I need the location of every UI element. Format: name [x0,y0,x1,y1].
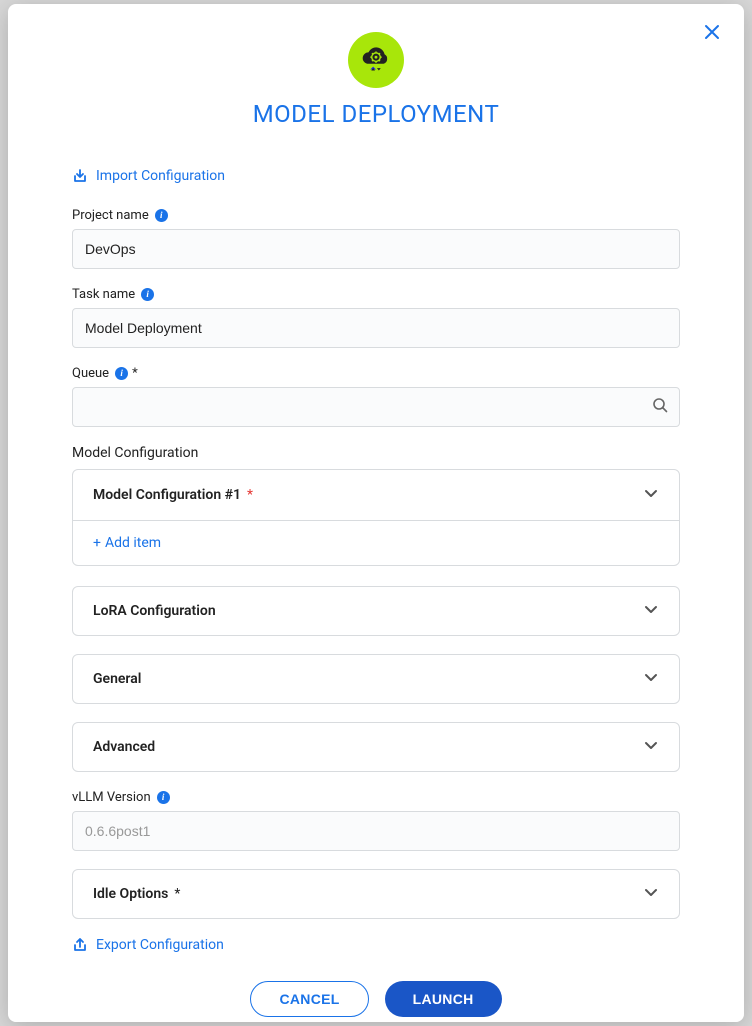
model-config-panel: Model Configuration #1 * + Add item [72,469,680,566]
import-link-label: Import Configuration [96,168,225,184]
queue-input[interactable] [72,387,680,427]
import-configuration-link[interactable]: Import Configuration [72,168,680,184]
model-deployment-modal: MODEL DEPLOYMENT Import Configuration Pr… [8,4,744,1022]
project-name-input[interactable] [72,229,680,269]
add-item-label: Add item [105,535,161,551]
model-config-item-title: Model Configuration #1 [93,487,241,503]
queue-group: Queue i * [72,366,680,427]
cancel-button[interactable]: CANCEL [250,981,368,1017]
lora-panel-title: LoRA Configuration [93,603,216,619]
queue-label: Queue i * [72,366,680,381]
chevron-down-icon [643,669,659,689]
deployment-icon [348,32,404,88]
vllm-version-input[interactable] [72,811,680,851]
idle-panel-title: Idle Options [93,886,168,902]
advanced-panel[interactable]: Advanced [72,722,680,772]
required-mark: * [174,886,180,902]
info-icon[interactable]: i [115,367,128,380]
task-name-label-text: Task name [72,287,135,302]
queue-label-text: Queue [72,366,109,381]
model-config-section-label: Model Configuration [72,445,680,461]
lora-config-panel[interactable]: LoRA Configuration [72,586,680,636]
project-name-group: Project name i [72,208,680,269]
task-name-label: Task name i [72,287,680,302]
info-icon[interactable]: i [141,288,154,301]
vllm-version-label: vLLM Version i [72,790,680,805]
idle-options-panel[interactable]: Idle Options * [72,869,680,919]
plus-icon: + [93,535,101,551]
model-config-item-header[interactable]: Model Configuration #1 * [73,470,679,520]
advanced-panel-title: Advanced [93,739,155,755]
required-mark: * [247,487,253,503]
vllm-version-group: vLLM Version i [72,790,680,851]
vllm-version-label-text: vLLM Version [72,790,151,805]
task-name-input[interactable] [72,308,680,348]
cloud-gear-icon [357,41,395,79]
export-icon [72,937,88,953]
task-name-group: Task name i [72,287,680,348]
model-config-item-title-wrap: Model Configuration #1 * [93,487,253,503]
project-name-label: Project name i [72,208,680,223]
chevron-down-icon [643,485,659,505]
modal-footer: CANCEL LAUNCH [72,981,680,1017]
import-icon [72,168,88,184]
project-name-label-text: Project name [72,208,149,223]
modal-title: MODEL DEPLOYMENT [8,100,744,128]
chevron-down-icon [643,884,659,904]
info-icon[interactable]: i [155,209,168,222]
launch-button[interactable]: LAUNCH [385,981,502,1017]
close-button[interactable] [700,20,724,44]
required-mark: * [132,366,138,381]
idle-panel-title-wrap: Idle Options * [93,886,180,902]
chevron-down-icon [643,601,659,621]
header-icon-wrap [8,32,744,88]
export-link-label: Export Configuration [96,937,224,953]
close-icon [704,24,720,40]
general-panel[interactable]: General [72,654,680,704]
add-item-button[interactable]: + Add item [73,520,679,565]
info-icon[interactable]: i [157,791,170,804]
general-panel-title: General [93,671,141,687]
export-configuration-link[interactable]: Export Configuration [72,937,680,953]
chevron-down-icon [643,737,659,757]
